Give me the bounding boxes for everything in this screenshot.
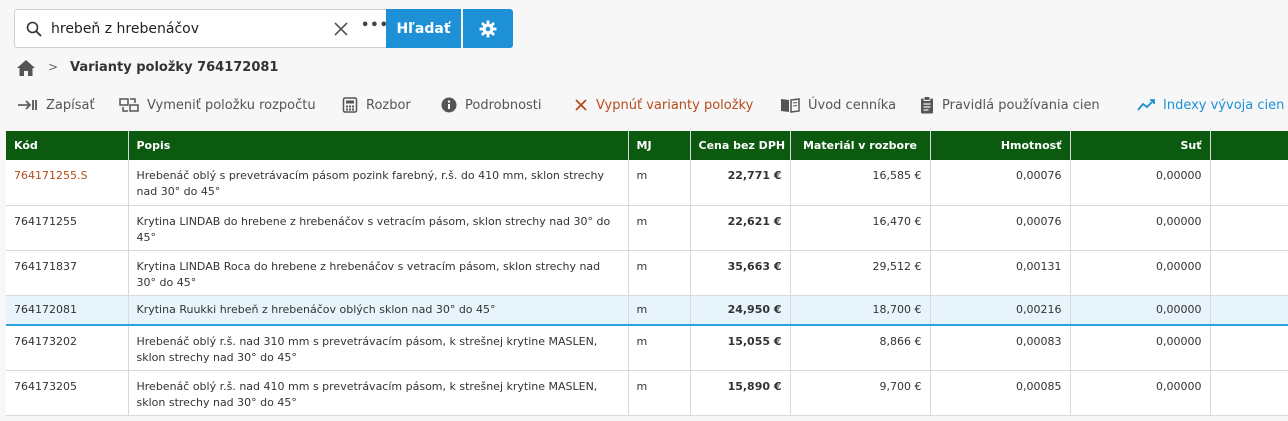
cell-weight: 0,00131 [930,250,1071,296]
table-row[interactable]: 764173202 Hrebenáč oblý r.š. nad 310 mm … [6,325,1288,371]
search-icon [26,21,42,37]
search-input[interactable] [51,18,331,40]
table-row[interactable]: 764171837 Krytina LINDAB Roca do hrebene… [6,250,1288,296]
settings-button[interactable] [463,9,513,48]
cell-weight: 0,00076 [930,160,1071,206]
column-header-description[interactable]: Popis [128,131,629,160]
cell-code[interactable]: 764171255 [6,205,129,251]
info-icon [441,97,457,113]
table-row[interactable]: 764173205 Hrebenáč oblý r.š. nad 410 mm … [6,370,1288,416]
more-options-button[interactable]: ••• [361,18,389,33]
write-label: Zapísať [46,97,95,113]
cell-description: Hrebenáč oblý s prevetrávacím pásom pozi… [128,160,629,206]
gear-icon [479,20,497,37]
cell-rubble: 0,00000 [1070,205,1211,251]
price-rules-label: Pravidlá používania cien [942,97,1100,113]
write-icon [18,100,37,110]
cell-unit: m [628,160,691,206]
table-row[interactable]: 764171255 Krytina LINDAB do hrebene z hr… [6,205,1288,251]
cell-description: Hrebenáč oblý r.š. nad 410 mm s prevetrá… [128,370,629,416]
cell-unit: m [628,370,691,416]
cell-price: 22,621 € [690,205,791,251]
cell-material: 29,512 € [790,250,931,296]
search-button[interactable]: Hľadať [386,9,461,48]
cell-rubble: 0,00000 [1070,325,1211,371]
cell-code[interactable]: 764173205 [6,370,129,416]
price-indexes-button[interactable]: Indexy vývoja cien [1137,95,1284,115]
page-title: Varianty položky 764172081 [70,60,279,75]
cell-price: 15,890 € [690,370,791,416]
pricelist-intro-button[interactable]: Úvod cenníka [780,95,896,115]
breadcrumb-separator: > [48,60,59,74]
cell-description: Krytina LINDAB do hrebene z hrebenáčov s… [128,205,629,251]
column-header-price[interactable]: Cena bez DPH [690,131,791,160]
cell-price: 24,950 € [690,295,791,326]
cell-description: Krytina LINDAB Roca do hrebene z hrebená… [128,250,629,296]
cell-rubble: 0,00000 [1070,160,1211,206]
cell-weight: 0,00085 [930,370,1071,416]
column-header-extra [1210,131,1288,160]
details-button[interactable]: Podrobnosti [441,95,542,115]
cell-description: Krytina Ruukki hrebeň z hrebenáčov oblýc… [128,295,629,326]
cell-unit: m [628,325,691,371]
analysis-button[interactable]: Rozbor [342,95,411,115]
cell-code[interactable]: 764173202 [6,325,129,371]
clipboard-icon [921,96,933,114]
pricelist-intro-label: Úvod cenníka [808,97,897,113]
cell-material: 16,585 € [790,160,931,206]
cell-price: 15,055 € [690,325,791,371]
analysis-label: Rozbor [366,97,411,113]
cell-rubble: 0,00000 [1070,250,1211,296]
column-header-unit[interactable]: MJ [628,131,691,160]
column-header-material[interactable]: Materiál v rozbore [790,131,931,160]
cell-description: Hrebenáč oblý r.š. nad 310 mm s prevetrá… [128,325,629,371]
cell-unit: m [628,295,691,326]
replace-item-label: Vymeniť položku rozpočtu [147,97,316,113]
cell-extra [1210,205,1288,251]
cell-unit: m [628,205,691,251]
table-row[interactable]: 764171255.S Hrebenáč oblý s prevetrávací… [6,160,1288,206]
cell-material: 16,470 € [790,205,931,251]
cell-rubble: 0,00000 [1070,370,1211,416]
disable-variants-button[interactable]: Vypnúť varianty položky [574,95,753,115]
table-row-selected[interactable]: 764172081 Krytina Ruukki hrebeň z hreben… [6,295,1288,326]
cell-extra [1210,325,1288,371]
cell-unit: m [628,250,691,296]
replace-item-button[interactable]: Vymeniť položku rozpočtu [119,95,316,115]
cell-weight: 0,00076 [930,205,1071,251]
column-header-weight[interactable]: Hmotnosť [930,131,1071,160]
cell-rubble: 0,00000 [1070,295,1211,326]
price-indexes-label: Indexy vývoja cien [1163,97,1285,113]
cell-material: 8,866 € [790,325,931,371]
home-icon[interactable] [16,58,36,78]
cell-weight: 0,00216 [930,295,1071,326]
trend-chart-icon [1137,99,1155,111]
column-header-code[interactable]: Kód [6,131,129,160]
details-label: Podrobnosti [465,97,542,113]
cell-extra [1210,250,1288,296]
cell-weight: 0,00083 [930,325,1071,371]
cell-material: 18,700 € [790,295,931,326]
close-icon [575,99,587,111]
close-icon[interactable] [332,20,350,38]
search-box[interactable]: ••• [14,9,389,48]
cell-price: 22,771 € [690,160,791,206]
write-button[interactable]: Zapísať [18,95,95,115]
variants-table: Kód Popis MJ Cena bez DPH Materiál v roz… [6,131,1288,416]
price-rules-button[interactable]: Pravidlá používania cien [920,95,1100,115]
cell-material: 9,700 € [790,370,931,416]
cell-code[interactable]: 764171255.S [6,160,129,206]
swap-icon [119,98,139,112]
cell-code[interactable]: 764171837 [6,250,129,296]
cell-extra [1210,295,1288,326]
cell-code[interactable]: 764172081 [6,295,129,326]
cell-extra [1210,160,1288,206]
cell-price: 35,663 € [690,250,791,296]
book-icon [781,98,800,113]
calculator-icon [342,97,358,113]
column-header-rubble[interactable]: Suť [1070,131,1211,160]
table-header-row: Kód Popis MJ Cena bez DPH Materiál v roz… [6,131,1288,160]
disable-variants-label: Vypnúť varianty položky [596,97,754,113]
cell-extra [1210,370,1288,416]
